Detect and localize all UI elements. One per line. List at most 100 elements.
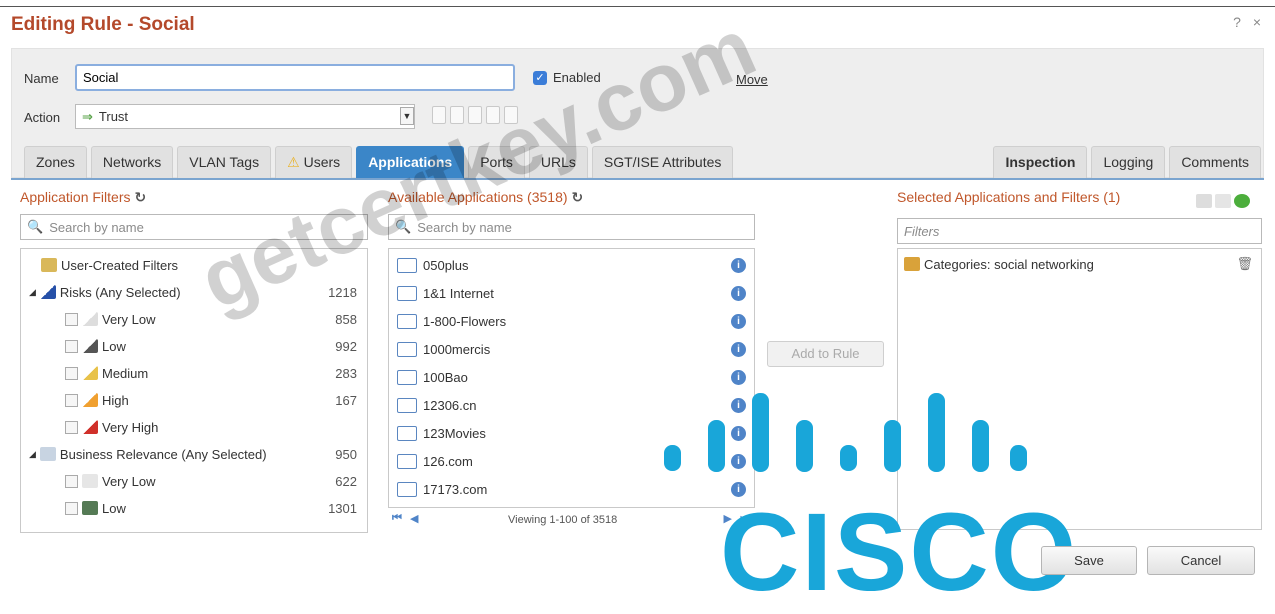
info-icon[interactable]: i bbox=[731, 257, 746, 273]
save-button[interactable]: Save bbox=[1041, 546, 1137, 575]
filter-list: User-Created Filters ◢ Risks (Any Select… bbox=[20, 248, 368, 533]
list-item[interactable]: 123Movies i bbox=[389, 419, 754, 447]
app-name: 1&1 Internet bbox=[423, 285, 494, 301]
refresh-icon[interactable]: ↻ bbox=[135, 189, 147, 205]
app-search-input[interactable]: 🔍 Search by name bbox=[388, 214, 755, 240]
tab-inspection[interactable]: Inspection bbox=[993, 146, 1088, 178]
copy-icon[interactable] bbox=[450, 106, 464, 124]
filter-label: User-Created Filters bbox=[61, 257, 179, 273]
app-icon bbox=[397, 481, 417, 497]
logo-bar bbox=[752, 393, 769, 472]
info-icon[interactable]: i bbox=[731, 341, 746, 357]
tab-urls[interactable]: URLs bbox=[528, 146, 588, 178]
add-to-rule-button[interactable]: Add to Rule bbox=[767, 341, 884, 367]
first-page-icon[interactable]: ⏮ bbox=[392, 512, 402, 525]
tab-ports[interactable]: Ports bbox=[468, 146, 525, 178]
logo-bar bbox=[796, 420, 813, 472]
checkbox[interactable] bbox=[65, 393, 78, 407]
list-item[interactable]: 100Bao i bbox=[389, 363, 754, 391]
cancel-button[interactable]: Cancel bbox=[1147, 546, 1255, 575]
list-item[interactable]: 1000mercis i bbox=[389, 335, 754, 363]
filter-count: 950 bbox=[335, 446, 357, 462]
risk-level-icon bbox=[82, 420, 98, 434]
tab-users[interactable]: ⚠ Users bbox=[275, 146, 353, 178]
chevron-down-icon[interactable]: ▼ bbox=[400, 107, 414, 125]
edit-icon[interactable] bbox=[1196, 194, 1212, 208]
available-apps-list: 050plus i 1&1 Internet i 1-800-Flowers i 10… bbox=[388, 248, 755, 508]
tab-bar: Zones Networks VLAN Tags ⚠ Users Applicat… bbox=[24, 146, 734, 178]
filter-label: Risks (Any Selected) bbox=[59, 284, 181, 300]
users-icon[interactable] bbox=[468, 106, 482, 124]
list-item[interactable]: Categories: social networking 🗑 bbox=[898, 250, 1261, 278]
list-item[interactable]: High 167 bbox=[21, 387, 367, 413]
tab-comments[interactable]: Comments bbox=[1169, 146, 1261, 178]
list-item[interactable]: User-Created Filters bbox=[21, 252, 367, 278]
info-icon[interactable]: i bbox=[731, 425, 746, 441]
list-item[interactable]: Medium 283 bbox=[21, 360, 367, 386]
checkbox[interactable] bbox=[65, 312, 78, 326]
list-item[interactable]: Low 1301 bbox=[21, 495, 367, 521]
checkbox[interactable] bbox=[65, 366, 78, 380]
logo-bar bbox=[1010, 445, 1027, 471]
filter-label: Very Low bbox=[102, 311, 156, 327]
app-icon bbox=[397, 453, 417, 469]
relevance-icon bbox=[39, 447, 56, 461]
tab-networks[interactable]: Networks bbox=[90, 146, 174, 178]
checkbox[interactable] bbox=[65, 501, 78, 515]
list-item[interactable]: Very High bbox=[21, 414, 367, 440]
tab-vlan-tags[interactable]: VLAN Tags bbox=[177, 146, 272, 178]
list-item[interactable]: ◢ Business Relevance (Any Selected) 950 bbox=[21, 441, 367, 467]
action-select[interactable]: ⇒ Trust bbox=[75, 104, 415, 129]
checkbox[interactable] bbox=[65, 339, 78, 353]
filter-label: High bbox=[102, 392, 129, 408]
list-item[interactable]: 126.com i bbox=[389, 447, 754, 475]
tab-sgt-ise-attributes[interactable]: SGT/ISE Attributes bbox=[591, 146, 734, 178]
list-item[interactable]: Very Low 622 bbox=[21, 468, 367, 494]
info-icon[interactable]: i bbox=[731, 313, 746, 329]
dialog-title: Editing Rule - Social bbox=[11, 14, 195, 35]
tab-applications[interactable]: Applications bbox=[356, 146, 465, 178]
tab-logging[interactable]: Logging bbox=[1091, 146, 1166, 178]
info-icon[interactable]: i bbox=[731, 285, 746, 301]
dialog-controls[interactable]: ? × bbox=[1233, 14, 1265, 30]
filter-label: Business Relevance (Any Selected) bbox=[59, 446, 267, 462]
checkbox[interactable] bbox=[65, 420, 78, 434]
risk-level-icon bbox=[82, 312, 98, 326]
trash-icon[interactable]: 🗑 bbox=[1236, 256, 1253, 272]
name-label: Name bbox=[24, 71, 59, 86]
action-option-icons bbox=[432, 106, 518, 124]
add-icon[interactable] bbox=[1234, 194, 1250, 208]
move-link[interactable]: Move bbox=[736, 72, 768, 87]
info-icon[interactable]: i bbox=[731, 397, 746, 413]
copy-icon[interactable] bbox=[1215, 194, 1231, 208]
logo-bar bbox=[884, 420, 901, 472]
filter-count: 283 bbox=[335, 365, 357, 381]
enabled-checkbox[interactable]: ✓ Enabled bbox=[533, 70, 601, 85]
available-apps-title: Available Applications (3518) bbox=[388, 189, 568, 205]
list-item[interactable]: 17173.com i bbox=[389, 475, 754, 503]
logo-bar bbox=[928, 393, 945, 472]
selected-item-label: Categories: social networking bbox=[924, 256, 1094, 272]
info-icon[interactable]: i bbox=[731, 453, 746, 469]
filter-search-input[interactable]: 🔍 Search by name bbox=[20, 214, 368, 240]
rule-name-input[interactable] bbox=[75, 64, 515, 91]
list-item[interactable]: 050plus i bbox=[389, 251, 754, 279]
folder-icon[interactable] bbox=[486, 106, 500, 124]
trust-arrow-icon: ⇒ bbox=[82, 108, 93, 124]
list-item[interactable]: 1&1 Internet i bbox=[389, 279, 754, 307]
refresh-icon[interactable]: ↻ bbox=[572, 189, 584, 205]
expand-icon[interactable]: ◢ bbox=[29, 449, 36, 460]
list-item[interactable]: Low 992 bbox=[21, 333, 367, 359]
prev-page-icon[interactable]: ◀ bbox=[410, 512, 418, 525]
list-item[interactable]: 12306.cn i bbox=[389, 391, 754, 419]
selected-filter-input[interactable]: Filters bbox=[897, 218, 1262, 244]
page-icon[interactable] bbox=[504, 106, 518, 124]
list-item[interactable]: ◢ Risks (Any Selected) 1218 bbox=[21, 279, 367, 305]
list-item[interactable]: Very Low 858 bbox=[21, 306, 367, 332]
info-icon[interactable]: i bbox=[731, 369, 746, 385]
shield-icon[interactable] bbox=[432, 106, 446, 124]
tab-zones[interactable]: Zones bbox=[24, 146, 87, 178]
list-item[interactable]: 1-800-Flowers i bbox=[389, 307, 754, 335]
checkbox[interactable] bbox=[65, 474, 78, 488]
expand-icon[interactable]: ◢ bbox=[29, 287, 36, 298]
